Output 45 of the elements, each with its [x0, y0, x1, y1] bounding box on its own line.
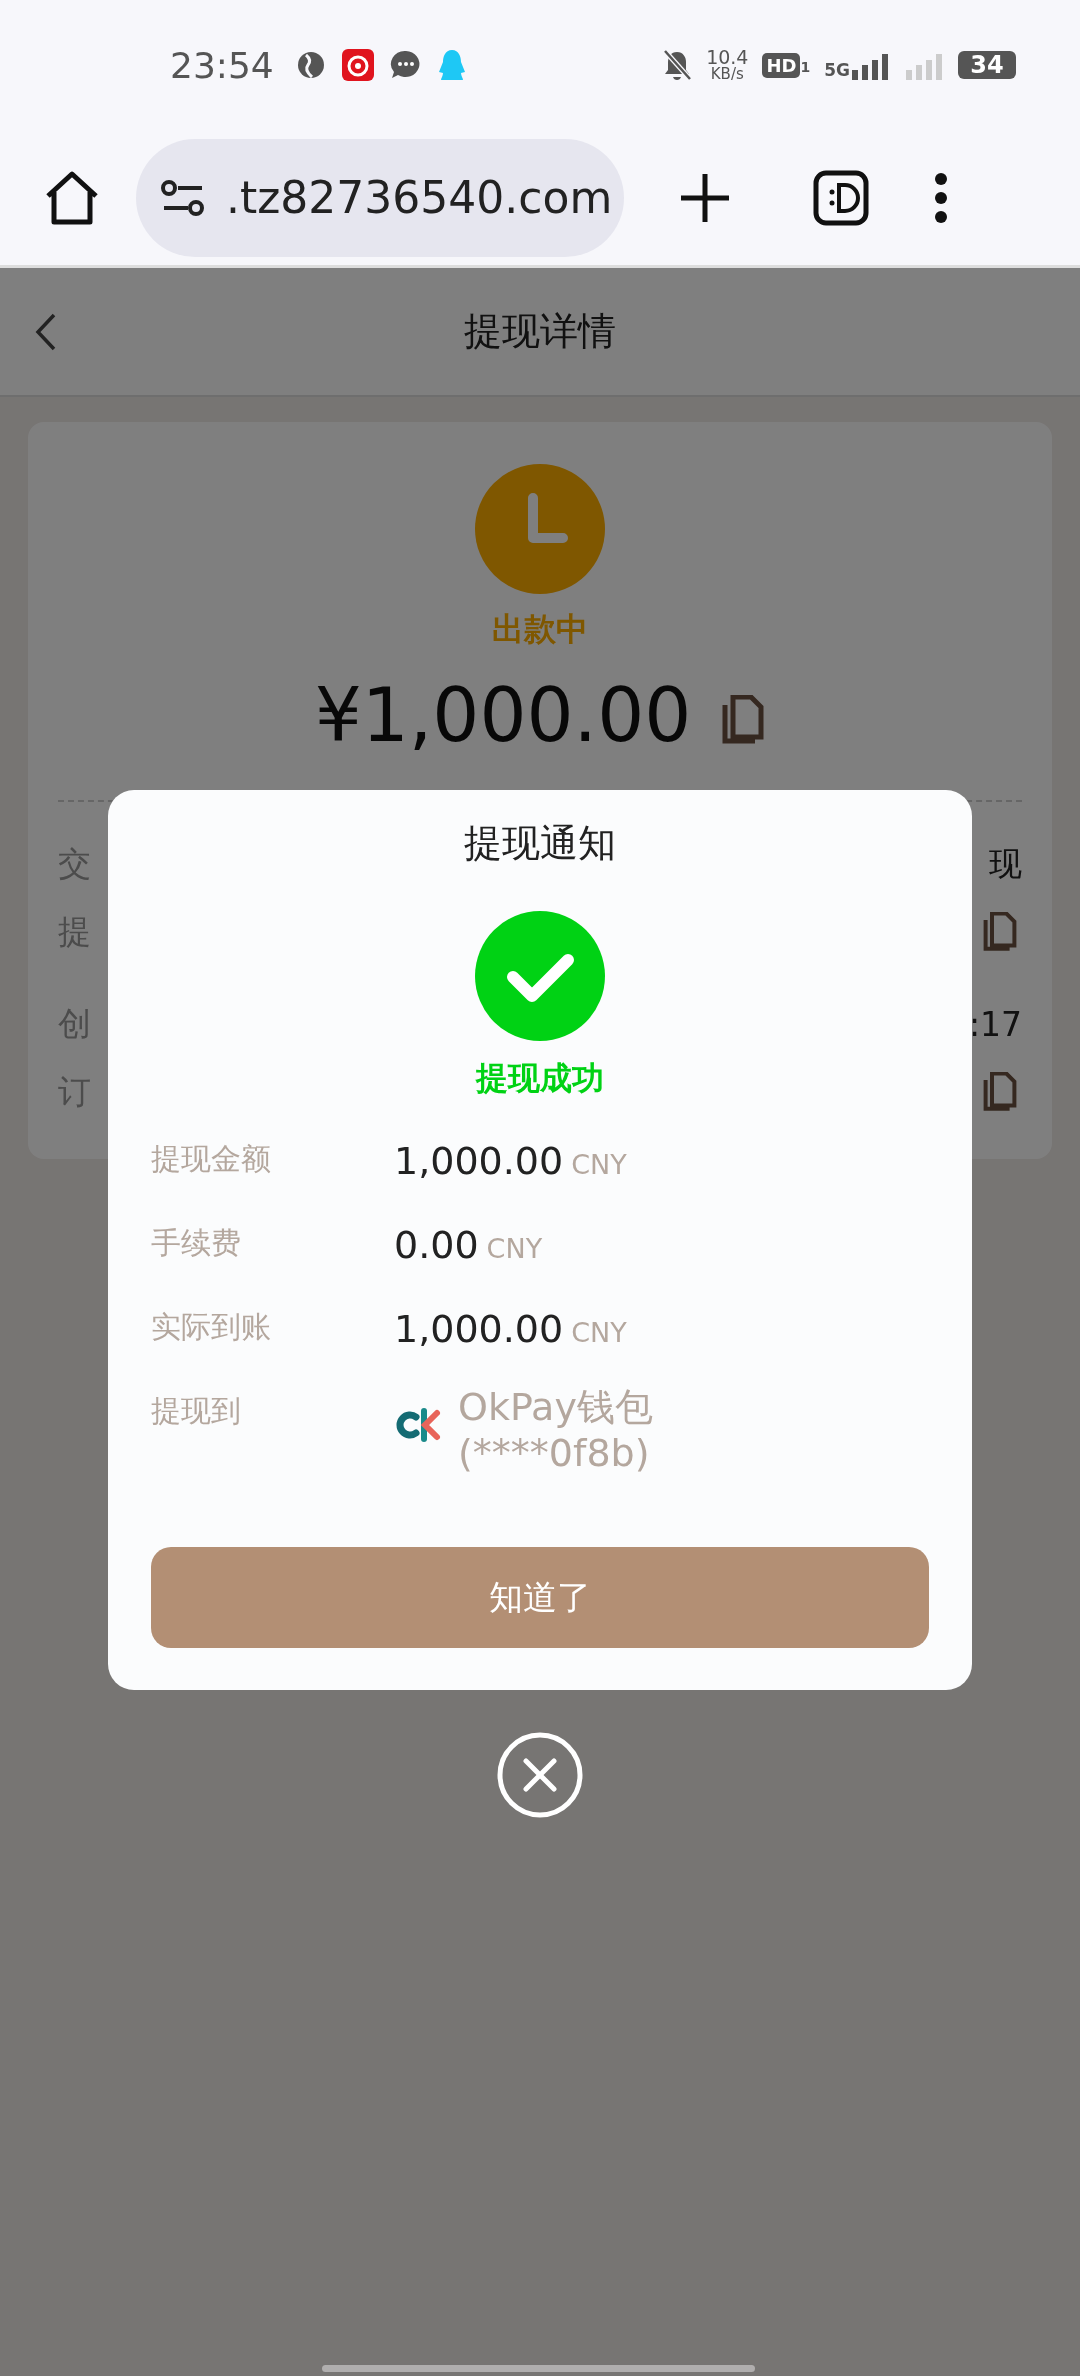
penguin-icon: [437, 49, 466, 81]
clock-icon: [475, 464, 605, 594]
detail-label: 手续费: [151, 1224, 242, 1262]
detail-label: 提现金额: [151, 1140, 272, 1178]
detail-label: 提现到: [151, 1392, 242, 1430]
clock-time: 23:54: [170, 44, 274, 86]
row-value: 现: [989, 842, 1022, 885]
detail-value: 0.00: [394, 1223, 479, 1267]
wallet-name: OkPay钱包: [458, 1385, 653, 1431]
status-label: 出款中: [492, 609, 588, 650]
detail-label: 实际到账: [151, 1308, 272, 1346]
row-value: :17: [968, 1004, 1022, 1044]
plus-icon[interactable]: [679, 171, 731, 224]
copy-icon[interactable]: [721, 695, 766, 745]
checkmark-icon: [475, 911, 605, 1041]
wallet-logo-icon: [394, 1407, 442, 1443]
sim-number: 1: [800, 58, 811, 75]
detail-value: 1,000.00: [394, 1139, 564, 1183]
currency-unit: CNY: [571, 1149, 627, 1180]
music-app-icon: [341, 49, 374, 81]
copy-icon[interactable]: [982, 912, 1018, 952]
result-label: 提现成功: [476, 1058, 604, 1099]
speed-unit: KB/s: [710, 67, 744, 82]
site-settings-icon[interactable]: [160, 177, 206, 218]
bell-muted-icon: [662, 49, 693, 81]
menu-icon[interactable]: [933, 171, 949, 224]
globe-icon: [295, 50, 326, 80]
currency-unit: CNY: [571, 1317, 627, 1348]
back-icon[interactable]: [34, 312, 58, 352]
network-type: 5G: [824, 60, 850, 80]
copy-icon[interactable]: [982, 1072, 1018, 1112]
dialog-title: 提现通知: [464, 820, 616, 867]
battery-level: 34: [958, 51, 1016, 79]
hd-badge: HD: [762, 52, 801, 78]
page-title: 提现详情: [464, 308, 616, 355]
detail-value: 1,000.00: [394, 1307, 564, 1351]
network-speed: 10.4: [706, 48, 749, 67]
chat-bubble-icon: [389, 49, 422, 81]
currency-unit: CNY: [486, 1233, 543, 1264]
address-bar[interactable]: .tz82736540.com: [136, 138, 624, 257]
tab-switcher-icon[interactable]: [813, 169, 869, 226]
url-text: .tz82736540.com: [226, 172, 613, 223]
close-icon[interactable]: [497, 1732, 583, 1818]
amount-text: ¥1,000.00: [314, 672, 692, 758]
wallet-account: (****0f8b): [458, 1430, 651, 1477]
